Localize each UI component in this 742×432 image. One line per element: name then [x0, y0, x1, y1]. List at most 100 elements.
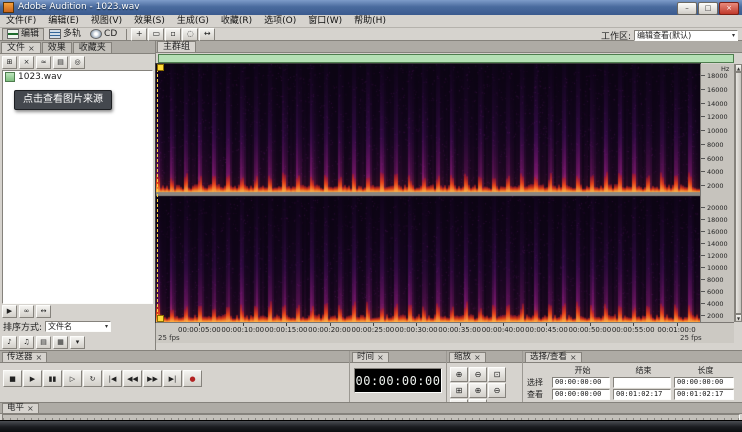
- navigator-bar[interactable]: [158, 54, 734, 63]
- tab-levels[interactable]: 电平 ×: [2, 403, 39, 413]
- col-start: 开始: [574, 365, 591, 375]
- col-end: 结束: [635, 365, 652, 375]
- close-button[interactable]: ×: [719, 2, 739, 15]
- scrub-tool-button[interactable]: ↔: [199, 27, 216, 41]
- show-midi-files-button[interactable]: ▦: [53, 335, 68, 349]
- record-button[interactable]: ●: [183, 370, 202, 387]
- stop-button[interactable]: ■: [3, 370, 22, 387]
- menu-item[interactable]: 收藏(R): [215, 16, 258, 27]
- menu-item[interactable]: 编辑(E): [42, 16, 85, 27]
- filter-options-button[interactable]: ▾: [70, 335, 85, 349]
- hybrid-tool-button[interactable]: +: [131, 27, 148, 41]
- tab-effects-label: 效果: [47, 43, 66, 53]
- close-file-button[interactable]: ×: [19, 55, 34, 69]
- selection-end-field[interactable]: [613, 376, 671, 388]
- marquee-selection-tool-button[interactable]: ▫: [165, 27, 182, 41]
- taskbar[interactable]: [0, 420, 742, 432]
- file-name: 1023.wav: [18, 72, 62, 82]
- pause-button[interactable]: ▮▮: [43, 370, 62, 387]
- zoom-out-horizontal-button[interactable]: ⊖: [469, 367, 487, 382]
- maximize-button[interactable]: □: [698, 2, 718, 15]
- close-icon[interactable]: ×: [377, 353, 384, 362]
- scroll-down-icon[interactable]: ▼: [735, 314, 742, 322]
- minimize-button[interactable]: –: [677, 2, 697, 15]
- cd-view-button[interactable]: CD: [86, 29, 121, 40]
- fps-label-left: 25 fps: [158, 334, 180, 342]
- close-icon[interactable]: ×: [36, 353, 43, 362]
- tab-favorites[interactable]: 收藏夹: [72, 42, 112, 53]
- insert-into-multitrack-button[interactable]: ▤: [53, 55, 68, 69]
- menu-item[interactable]: 生成(G): [171, 16, 215, 27]
- tab-main-group[interactable]: 主群组: [157, 41, 197, 52]
- scroll-up-icon[interactable]: ▲: [735, 64, 742, 72]
- spectrogram-display[interactable]: [155, 63, 701, 323]
- freq-scale-top: 18000 16000 14000 12000 10000 8000 6000 4000 200…: [701, 64, 735, 192]
- fast-forward-button[interactable]: ▶▶: [143, 370, 162, 387]
- play-looped-button[interactable]: ↻: [83, 370, 102, 387]
- tab-transport[interactable]: 传送器 ×: [2, 352, 48, 362]
- follow-playback-button[interactable]: ↔: [36, 305, 51, 318]
- tab-selection-view[interactable]: 选择/查看 ×: [525, 352, 582, 362]
- go-to-end-button[interactable]: ▶|: [163, 370, 182, 387]
- zoom-to-selection-button[interactable]: ⊡: [488, 367, 506, 382]
- scrollbar-thumb[interactable]: [735, 72, 742, 314]
- play-from-cursor-button[interactable]: ▷: [63, 370, 82, 387]
- transport-buttons: ■ ▶ ▮▮ ▷ ↻ |◀ ◀◀ ▶▶ ▶| ●: [0, 363, 349, 387]
- lasso-selection-tool-button[interactable]: ◌: [182, 27, 199, 41]
- go-to-beginning-button[interactable]: |◀: [103, 370, 122, 387]
- multitrack-view-button[interactable]: 多轨: [45, 29, 85, 40]
- main-tabstrip: 主群组: [156, 41, 742, 53]
- auto-play-button[interactable]: ▶: [2, 305, 17, 318]
- zoom-in-horizontal-button[interactable]: ⊕: [450, 367, 468, 382]
- playhead[interactable]: [157, 64, 164, 322]
- view-end-field[interactable]: 00:01:02:17: [613, 388, 671, 400]
- zoom-out-vertical-button[interactable]: ⊖: [488, 383, 506, 398]
- view-start-field[interactable]: 00:00:00:00: [552, 388, 610, 400]
- sort-label: 排序方式:: [3, 323, 43, 333]
- playhead-handle-bottom[interactable]: [157, 315, 164, 322]
- zoom-full-button[interactable]: ⊞: [450, 383, 468, 398]
- waveform-icon: [7, 29, 19, 39]
- playhead-handle-top[interactable]: [157, 64, 164, 71]
- menu-item[interactable]: 帮助(H): [348, 16, 392, 27]
- file-item[interactable]: 1023.wav: [3, 71, 152, 83]
- show-audio-files-button[interactable]: ♪: [2, 335, 17, 349]
- edit-file-button[interactable]: ≈: [36, 55, 51, 69]
- sort-value: 文件名: [48, 321, 73, 331]
- tab-zoom[interactable]: 缩放 ×: [449, 352, 486, 362]
- sort-by-select[interactable]: 文件名 ▾: [45, 321, 112, 332]
- loop-playback-button[interactable]: ∞: [19, 305, 34, 318]
- tooltip-overlay: 点击查看图片来源: [14, 90, 112, 110]
- tab-effects[interactable]: 效果: [41, 42, 72, 53]
- close-icon[interactable]: ×: [474, 353, 481, 362]
- close-icon[interactable]: ×: [570, 353, 577, 362]
- vertical-scrollbar[interactable]: ▲ ▼: [734, 64, 742, 322]
- menu-item[interactable]: 窗口(W): [302, 16, 348, 27]
- edit-view-button[interactable]: 编辑: [2, 27, 45, 41]
- multitrack-icon: [49, 29, 62, 39]
- time-selection-tool-button[interactable]: ▭: [148, 27, 165, 41]
- import-file-button[interactable]: ⊞: [2, 55, 17, 69]
- rewind-button[interactable]: ◀◀: [123, 370, 142, 387]
- selection-start-field[interactable]: 00:00:00:00: [552, 376, 610, 388]
- zoom-in-vertical-button[interactable]: ⊕: [469, 383, 487, 398]
- show-video-files-button[interactable]: ▤: [36, 335, 51, 349]
- tab-files-label: 文件: [7, 43, 26, 53]
- insert-into-cd-button[interactable]: ◎: [70, 55, 85, 69]
- menu-item[interactable]: 效果(S): [128, 16, 171, 27]
- menu-item[interactable]: 选项(O): [258, 16, 302, 27]
- title-bar[interactable]: Adobe Audition - 1023.wav – □ ×: [0, 0, 742, 15]
- show-loop-files-button[interactable]: ♫: [19, 335, 34, 349]
- close-icon[interactable]: ×: [28, 44, 35, 53]
- chevron-down-icon: ▾: [731, 31, 735, 39]
- view-length-field[interactable]: 00:01:02:17: [674, 388, 734, 400]
- levels-panel: 电平 ×: [0, 402, 742, 422]
- menu-item[interactable]: 视图(V): [85, 16, 128, 27]
- selection-length-field[interactable]: 00:00:00:00: [674, 376, 734, 388]
- tab-files[interactable]: 文件 ×: [1, 42, 41, 53]
- tab-time[interactable]: 时间 ×: [352, 352, 389, 362]
- close-icon[interactable]: ×: [27, 404, 34, 413]
- workspace-select[interactable]: 编辑查看(默认) ▾: [634, 30, 738, 41]
- menu-item[interactable]: 文件(F): [0, 16, 42, 27]
- play-button[interactable]: ▶: [23, 370, 42, 387]
